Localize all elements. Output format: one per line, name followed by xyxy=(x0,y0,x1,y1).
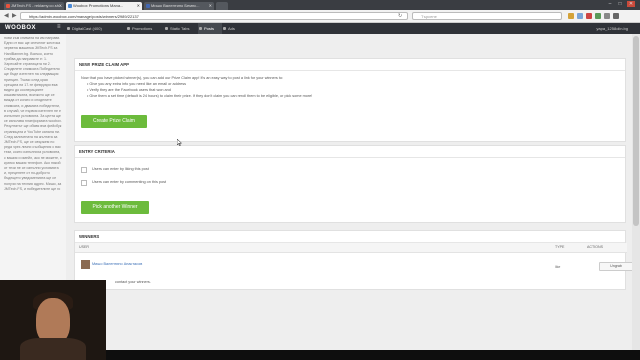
maximize-icon[interactable]: □ xyxy=(616,1,624,7)
prize-claim-bullet: • Give you any extra info you need like … xyxy=(87,82,187,86)
tab-label: Woobox Promotions Mana... xyxy=(73,3,124,8)
entry-criteria-title: ENTRY CRITERIA xyxy=(75,146,625,158)
minimize-icon[interactable]: – xyxy=(606,1,614,7)
vertical-scrollbar[interactable] xyxy=(632,34,640,350)
new-tab-button[interactable] xyxy=(216,2,228,10)
search-placeholder: Търсене xyxy=(421,14,437,19)
nav-posts[interactable]: Posts xyxy=(198,23,222,34)
winners-card: WINNERS USER TYPE ACTIONS Мишо Валентино… xyxy=(74,230,632,290)
static-tabs-icon xyxy=(165,27,168,30)
back-icon[interactable]: ◀ xyxy=(4,12,9,20)
extension-icon[interactable] xyxy=(586,13,592,19)
main-content: NEW! PRIZE CLAIM APP Now that you have p… xyxy=(66,34,632,350)
winners-table-header: USER TYPE ACTIONS xyxy=(75,243,627,253)
ungrab-button[interactable]: Ungrab xyxy=(599,262,632,271)
bottom-dark-band xyxy=(106,350,640,360)
like-entry-checkbox[interactable] xyxy=(81,167,87,173)
pick-another-winner-button[interactable]: Pick another Winner xyxy=(81,201,149,214)
forward-icon[interactable]: ▶ xyxy=(12,12,17,20)
post-text: нови към снимата на им направи. Едни от … xyxy=(4,36,62,191)
search-input[interactable]: Търсене xyxy=(412,12,562,20)
favicon-icon xyxy=(6,4,10,8)
column-actions: ACTIONS xyxy=(587,245,603,249)
favicon-icon xyxy=(68,4,72,8)
reload-icon[interactable]: ↻ xyxy=(398,12,402,20)
address-bar[interactable]: https://admin.woobox.com/manage/posts/wi… xyxy=(20,12,408,20)
close-icon[interactable]: ✕ xyxy=(137,2,140,10)
downloads-icon[interactable] xyxy=(577,13,583,19)
browser-toolbar: ◀ ▶ https://admin.woobox.com/manage/post… xyxy=(0,10,640,23)
nav-ads[interactable]: Ads xyxy=(222,23,244,34)
tab-label: JMTech.FS - reklamy.co.sh... xyxy=(11,3,63,8)
entry-criteria-card: ENTRY CRITERIA Users can enter by liking… xyxy=(74,145,626,223)
user-menu[interactable]: yapa_1258olin.bg xyxy=(596,23,628,34)
tab-label: Мишо Валентино Бемпс... xyxy=(151,3,200,8)
mouse-cursor-icon xyxy=(177,139,182,146)
prize-claim-bullet: • Give them a set time (default is 24 ho… xyxy=(87,94,313,98)
winner-name-link[interactable]: Мишо Валентино Анастасов xyxy=(92,262,142,266)
browser-tab-bar: JMTech.FS - reklamy.co.sh... ✕ Woobox Pr… xyxy=(0,0,640,10)
app-header: WOOBOX ≡ DigitalCast (400) Promotions St… xyxy=(0,23,640,34)
column-user: USER xyxy=(79,245,89,249)
nav-promotions[interactable]: Promotions xyxy=(126,23,164,34)
close-window-icon[interactable]: ✕ xyxy=(627,1,635,7)
prize-claim-title: NEW! PRIZE CLAIM APP xyxy=(75,59,625,71)
create-prize-claim-button[interactable]: Create Prize Claim xyxy=(81,115,147,128)
nav-label: Promotions xyxy=(132,26,153,31)
nav-label: DigitalCast (400) xyxy=(72,26,102,31)
nav-label: Ads xyxy=(228,26,235,31)
bookmark-icon[interactable] xyxy=(568,13,574,19)
prize-claim-card: NEW! PRIZE CLAIM APP Now that you have p… xyxy=(74,58,626,142)
prize-claim-bullet: • Verify they are the Facebook users tha… xyxy=(87,88,171,92)
browser-tab[interactable]: JMTech.FS - reklamy.co.sh... ✕ xyxy=(4,2,64,10)
post-text-sidebar: нови към снимата на им направи. Едни от … xyxy=(0,34,66,280)
comment-entry-checkbox[interactable] xyxy=(81,180,87,186)
nav-account-switcher[interactable]: DigitalCast (400) xyxy=(66,23,126,34)
nav-label: Static Tabs xyxy=(170,26,190,31)
column-type: TYPE xyxy=(555,245,565,249)
menu-icon[interactable] xyxy=(613,13,619,19)
account-icon xyxy=(67,27,70,30)
nav-static-tabs[interactable]: Static Tabs xyxy=(164,23,198,34)
webcam-person-shoulders xyxy=(20,338,86,360)
woobox-logo[interactable]: WOOBOX xyxy=(5,25,36,31)
promotions-icon xyxy=(127,27,130,30)
browser-tab[interactable]: Мишо Валентино Бемпс... ✕ xyxy=(144,2,214,10)
like-entry-label: Users can enter by liking this post xyxy=(92,167,149,171)
winners-title: WINNERS xyxy=(75,231,625,243)
url-text: https://admin.woobox.com/manage/posts/wi… xyxy=(29,14,139,19)
winners-footer-text: contact your winners. xyxy=(115,280,151,284)
scrollbar-thumb[interactable] xyxy=(633,36,639,226)
comment-entry-label: Users can enter by commenting on this po… xyxy=(92,180,167,184)
close-icon[interactable]: ✕ xyxy=(209,2,212,10)
close-icon[interactable]: ✕ xyxy=(59,2,62,10)
winner-type: like xyxy=(555,265,561,269)
favicon-icon xyxy=(146,4,150,8)
nav-label: Posts xyxy=(204,26,215,31)
hamburger-icon[interactable]: ≡ xyxy=(57,24,61,30)
avatar xyxy=(81,260,90,269)
posts-icon xyxy=(199,27,202,30)
webcam-overlay xyxy=(0,280,106,360)
extension-icon[interactable] xyxy=(595,13,601,19)
prize-claim-intro: Now that you have picked winner(s), you … xyxy=(81,76,284,80)
browser-tab-active[interactable]: Woobox Promotions Mana... ✕ xyxy=(66,2,142,10)
extension-icon[interactable] xyxy=(604,13,610,19)
ads-icon xyxy=(223,27,226,30)
